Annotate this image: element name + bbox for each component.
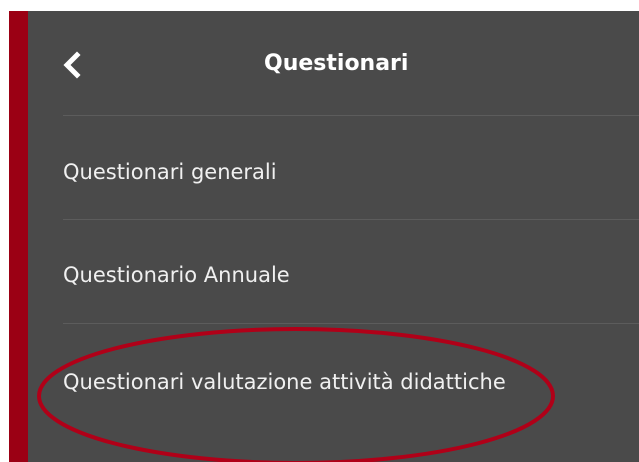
menu-title: Questionari	[264, 51, 409, 76]
menu-item-questionari-valutazione[interactable]: Questionari valutazione attività didatti…	[28, 324, 639, 462]
back-button[interactable]	[58, 51, 92, 79]
menu-item-label: Questionari valutazione attività didatti…	[63, 370, 506, 394]
menu-item-label: Questionari generali	[63, 160, 277, 184]
menu-item-questionario-annuale[interactable]: Questionario Annuale	[28, 220, 639, 323]
menu-item-questionari-generali[interactable]: Questionari generali	[28, 116, 639, 219]
menu-item-label: Questionario Annuale	[63, 263, 290, 287]
accent-bar	[9, 11, 28, 462]
chevron-left-icon	[63, 51, 81, 79]
